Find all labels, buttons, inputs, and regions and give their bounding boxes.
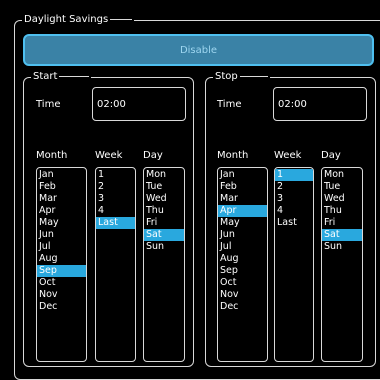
- start-legend: Start: [31, 71, 92, 83]
- daylight-savings-legend: Daylight Savings: [22, 14, 135, 26]
- start-week-option[interactable]: 4: [96, 205, 135, 217]
- start-month-option[interactable]: Nov: [37, 289, 86, 301]
- stop-week-option[interactable]: 3: [275, 193, 313, 205]
- start-month-option[interactable]: Jul: [37, 241, 86, 253]
- start-month-option[interactable]: Feb: [37, 181, 86, 193]
- stop-month-option[interactable]: Apr: [218, 205, 267, 217]
- start-week-option[interactable]: 1: [96, 169, 135, 181]
- stop-month-option[interactable]: Dec: [218, 301, 267, 313]
- start-week-option[interactable]: Last: [96, 217, 135, 229]
- start-week-list[interactable]: 1 2 3 4 Last: [95, 167, 136, 362]
- start-day-option[interactable]: Mon: [144, 169, 184, 181]
- stop-time-value: 02:00: [278, 98, 307, 110]
- stop-week-header: Week: [274, 150, 302, 161]
- stop-title: Stop: [215, 71, 238, 82]
- stop-time-label: Time: [217, 99, 242, 110]
- stop-week-option[interactable]: 2: [275, 181, 313, 193]
- start-week-header: Week: [95, 150, 123, 161]
- stop-day-option[interactable]: Tue: [322, 181, 362, 193]
- start-time-field[interactable]: 02:00: [92, 87, 186, 121]
- start-month-option[interactable]: Aug: [37, 253, 86, 265]
- stop-day-option[interactable]: Sun: [322, 241, 362, 253]
- stop-month-option[interactable]: Nov: [218, 289, 267, 301]
- stop-month-option[interactable]: Jun: [218, 229, 267, 241]
- start-week-option[interactable]: 2: [96, 181, 135, 193]
- start-day-list[interactable]: Mon Tue Wed Thu Fri Sat Sun: [143, 167, 185, 362]
- start-day-option[interactable]: Tue: [144, 181, 184, 193]
- stop-week-option[interactable]: 4: [275, 205, 313, 217]
- start-day-option[interactable]: Wed: [144, 193, 184, 205]
- start-time-value: 02:00: [97, 98, 126, 110]
- start-month-option[interactable]: Mar: [37, 193, 86, 205]
- start-month-option[interactable]: Oct: [37, 277, 86, 289]
- start-month-header: Month: [36, 150, 68, 161]
- stop-legend: Stop: [213, 71, 270, 83]
- stop-month-list[interactable]: Jan Feb Mar Apr May Jun Jul Aug Sep Oct Nov Dec: [217, 167, 268, 362]
- start-day-option[interactable]: Thu: [144, 205, 184, 217]
- start-month-option[interactable]: May: [37, 217, 86, 229]
- stop-day-option[interactable]: Wed: [322, 193, 362, 205]
- start-day-option[interactable]: Sun: [144, 241, 184, 253]
- stop-month-option[interactable]: Mar: [218, 193, 267, 205]
- disable-button[interactable]: Disable: [23, 34, 374, 66]
- stop-week-option[interactable]: 1: [275, 169, 313, 181]
- start-day-option[interactable]: Fri: [144, 217, 184, 229]
- start-month-option[interactable]: Sep: [37, 265, 86, 277]
- start-day-option[interactable]: Sat: [144, 229, 184, 241]
- stop-week-list[interactable]: 1 2 3 4 Last: [274, 167, 314, 362]
- stop-day-option[interactable]: Fri: [322, 217, 362, 229]
- start-month-option[interactable]: Jun: [37, 229, 86, 241]
- start-day-header: Day: [143, 150, 163, 161]
- start-month-option[interactable]: Jan: [37, 169, 86, 181]
- stop-day-header: Day: [321, 150, 341, 161]
- start-week-option[interactable]: 3: [96, 193, 135, 205]
- stop-month-option[interactable]: May: [218, 217, 267, 229]
- start-month-list[interactable]: Jan Feb Mar Apr May Jun Jul Aug Sep Oct Nov Dec: [36, 167, 87, 362]
- stop-week-option[interactable]: Last: [275, 217, 313, 229]
- stop-month-option[interactable]: Aug: [218, 253, 267, 265]
- stop-month-option[interactable]: Feb: [218, 181, 267, 193]
- start-time-label: Time: [36, 99, 61, 110]
- stop-month-header: Month: [217, 150, 249, 161]
- stop-day-list[interactable]: Mon Tue Wed Thu Fri Sat Sun: [321, 167, 363, 362]
- stop-month-option[interactable]: Sep: [218, 265, 267, 277]
- start-title: Start: [33, 71, 58, 82]
- start-month-option[interactable]: Apr: [37, 205, 86, 217]
- stop-month-option[interactable]: Oct: [218, 277, 267, 289]
- stop-time-field[interactable]: 02:00: [273, 87, 367, 121]
- start-month-option[interactable]: Dec: [37, 301, 86, 313]
- stop-month-option[interactable]: Jan: [218, 169, 267, 181]
- stop-day-option[interactable]: Mon: [322, 169, 362, 181]
- daylight-savings-title: Daylight Savings: [24, 14, 109, 25]
- stop-day-option[interactable]: Thu: [322, 205, 362, 217]
- stop-day-option[interactable]: Sat: [322, 229, 362, 241]
- stop-month-option[interactable]: Jul: [218, 241, 267, 253]
